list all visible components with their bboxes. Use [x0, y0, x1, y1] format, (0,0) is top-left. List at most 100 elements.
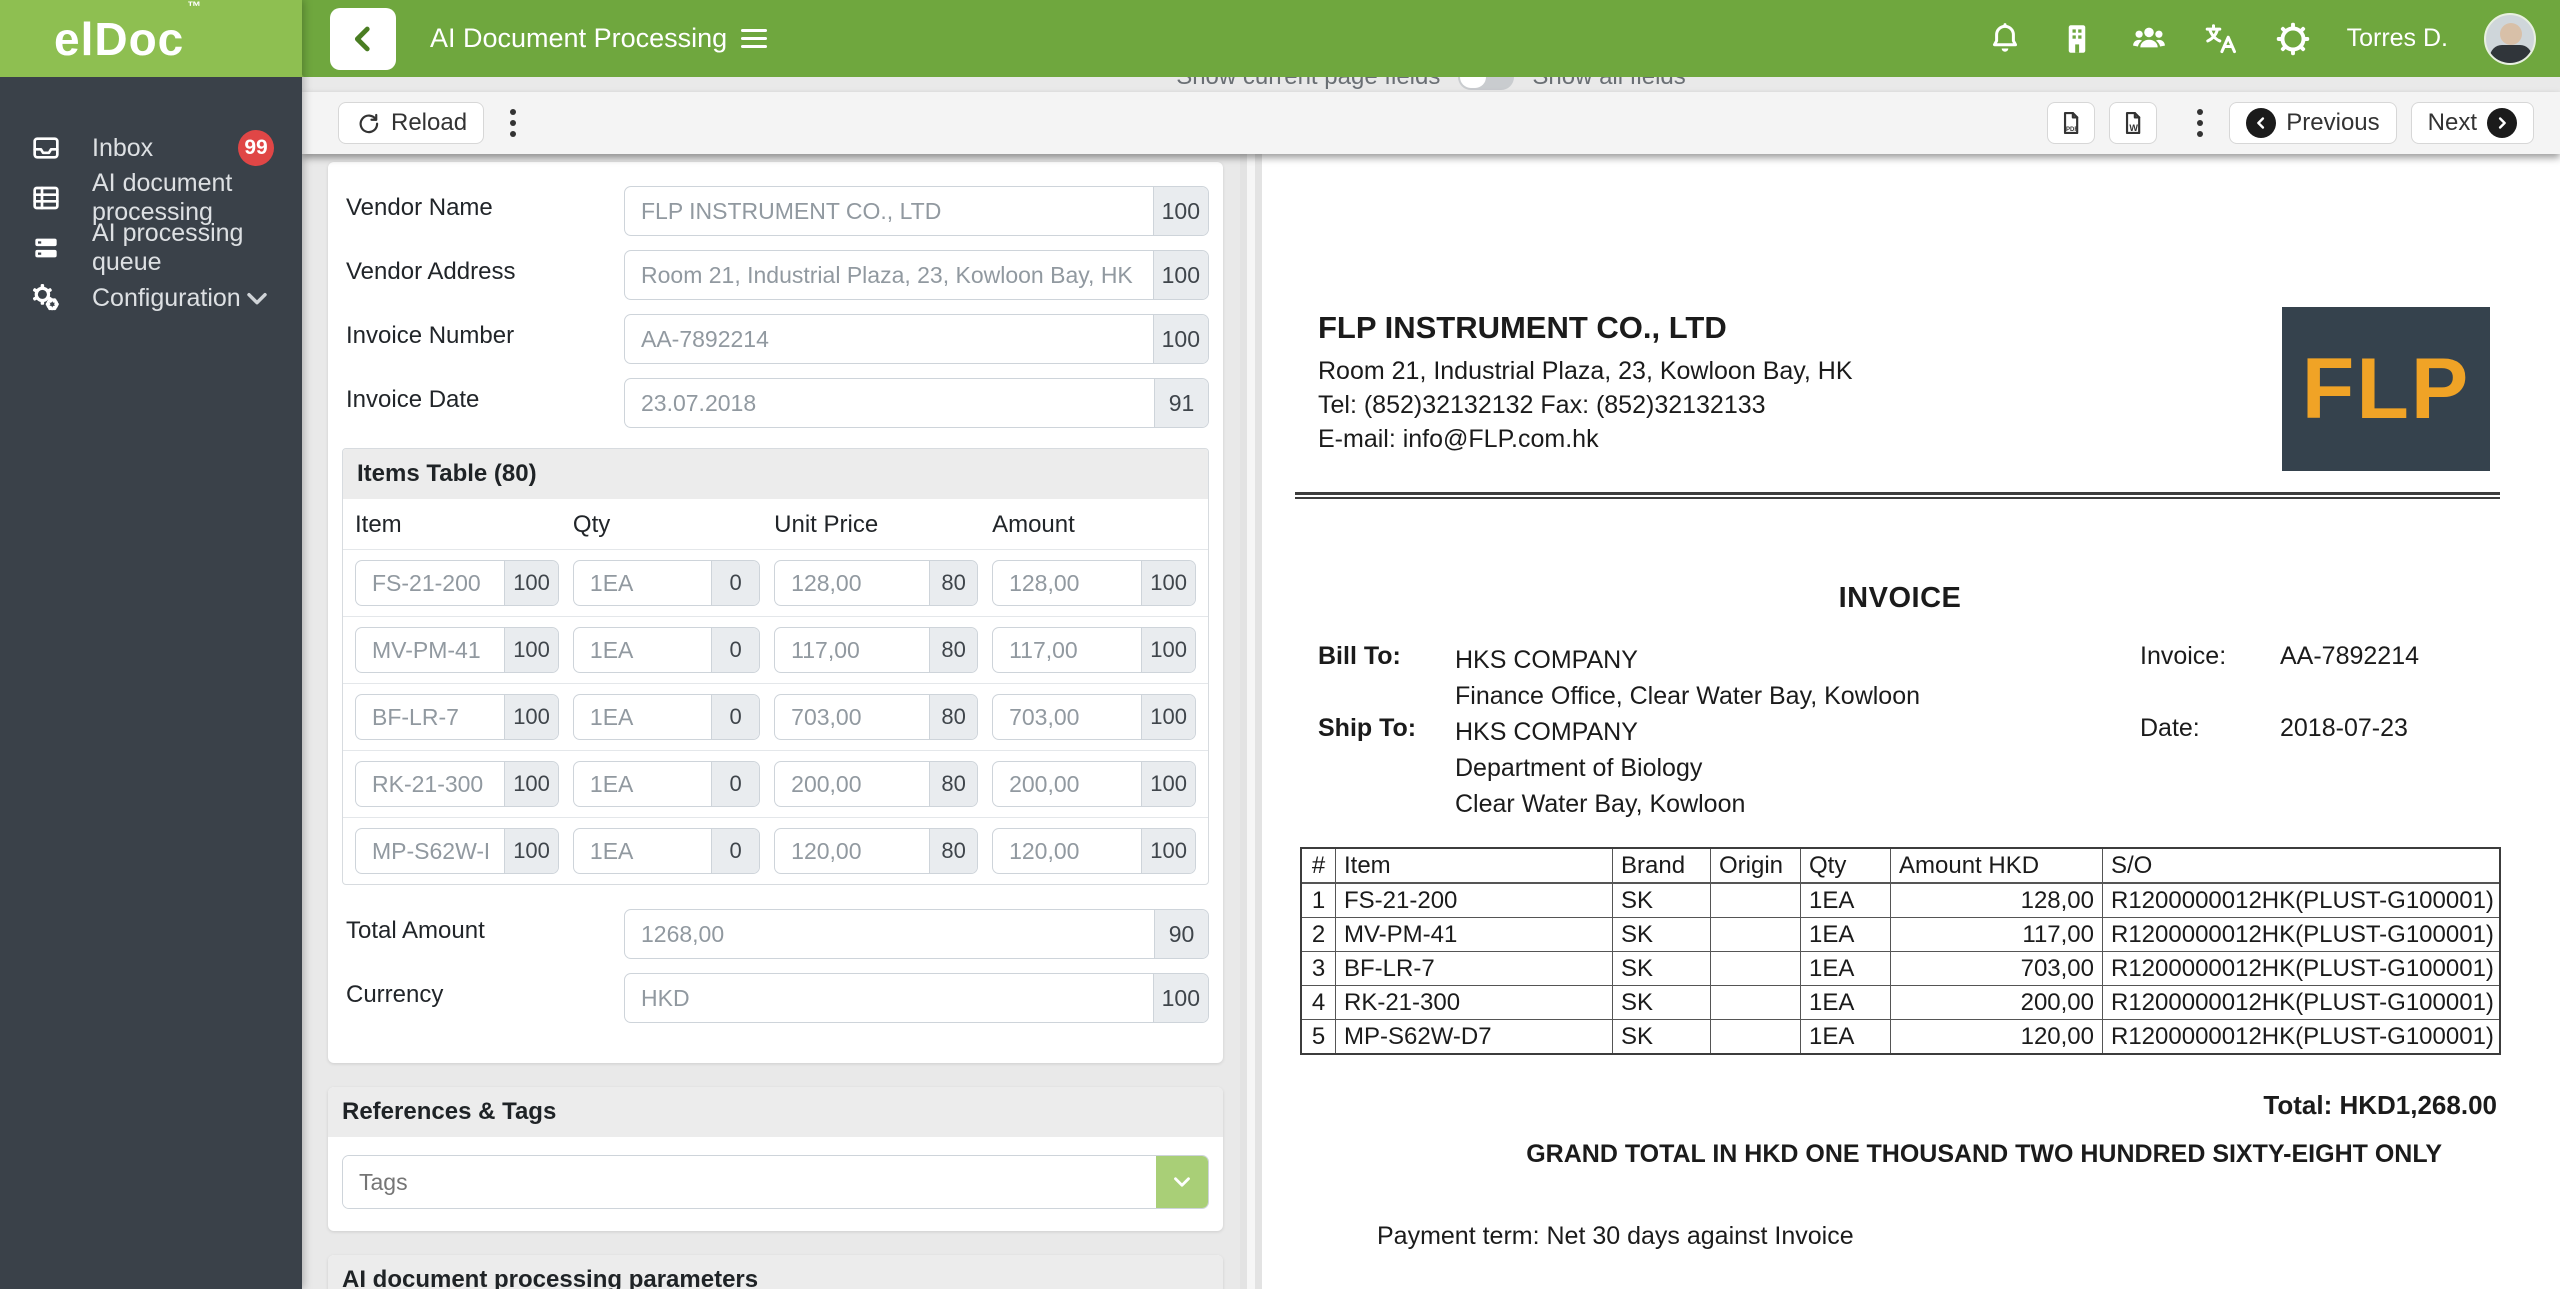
invoice-items-table: # Item Brand Origin Qty Amount HKD S/O 1…	[1300, 847, 2501, 1055]
top-header-bar: AI Document Processing	[302, 0, 2560, 77]
pane-splitter[interactable]	[1240, 154, 1262, 1289]
fields-visibility-bar: Show current page fields Show all fields	[302, 77, 2560, 92]
amount-input[interactable]	[993, 695, 1141, 739]
qty-input[interactable]	[574, 561, 711, 605]
reload-button[interactable]: Reload	[338, 102, 484, 144]
title-menu-icon[interactable]	[741, 29, 767, 48]
trademark-mark: ™	[187, 0, 202, 14]
qty-input[interactable]	[574, 695, 711, 739]
confidence-score: 100	[504, 561, 558, 605]
page-title: AI Document Processing	[430, 23, 767, 54]
sidebar-item-label: Inbox	[92, 134, 153, 163]
qty-input[interactable]	[574, 628, 711, 672]
document-more-menu[interactable]	[2185, 101, 2215, 145]
column-header: Amount	[992, 511, 1196, 539]
field-label: Vendor Name	[342, 186, 624, 222]
translate-icon[interactable]	[2203, 21, 2239, 57]
sidebar-item-ai-document-processing[interactable]: AI document processing	[0, 173, 302, 223]
vendor-address-input[interactable]	[625, 251, 1153, 299]
fields-visibility-toggle[interactable]	[1458, 77, 1514, 90]
sidebar-item-label: Configuration	[92, 284, 241, 313]
confidence-score: 80	[929, 695, 977, 739]
confidence-score: 80	[929, 628, 977, 672]
confidence-score: 100	[1141, 628, 1195, 672]
user-name[interactable]: Torres D.	[2347, 24, 2448, 53]
users-group-icon[interactable]	[2131, 21, 2167, 57]
header-divider	[1295, 492, 2500, 499]
main-area: AI Document Processing	[302, 0, 2560, 1289]
settings-gear-icon[interactable]	[2275, 21, 2311, 57]
unit-price-input[interactable]	[775, 628, 929, 672]
download-word-button[interactable]: W	[2109, 102, 2157, 144]
item-input[interactable]	[356, 695, 504, 739]
qty-input[interactable]	[574, 762, 711, 806]
confidence-score: 0	[711, 561, 759, 605]
confidence-score: 100	[504, 628, 558, 672]
document-grid-icon	[30, 182, 62, 214]
invoice-number-label: Invoice:	[2140, 642, 2226, 671]
tags-input[interactable]	[343, 1156, 1156, 1208]
amount-input[interactable]	[993, 762, 1141, 806]
back-button[interactable]	[330, 8, 396, 70]
toolbar-more-menu[interactable]	[498, 101, 528, 145]
svg-text:W: W	[2130, 123, 2139, 133]
field-row: Currency 100	[342, 973, 1209, 1023]
currency-input[interactable]	[625, 974, 1153, 1022]
vendor-contact-block: Room 21, Industrial Plaza, 23, Kowloon B…	[1318, 354, 1853, 456]
split-panes: Vendor Name 100 Vendor Address 100	[302, 154, 2560, 1289]
sidebar-item-ai-processing-queue[interactable]: AI processing queue	[0, 223, 302, 273]
table-row: 1FS-21-200SK1EA128,00R1200000012HK(PLUST…	[1302, 883, 2499, 917]
confidence-score: 100	[1141, 695, 1195, 739]
table-row: 100 0 80 100	[343, 750, 1208, 817]
sidebar-item-inbox[interactable]: Inbox 99	[0, 123, 302, 173]
document-preview-pane: FLP INSTRUMENT CO., LTD Room 21, Industr…	[1262, 154, 2560, 1289]
confidence-score: 100	[1153, 251, 1208, 299]
column-header: Item	[355, 511, 559, 539]
amount-input[interactable]	[993, 628, 1141, 672]
amount-input[interactable]	[993, 829, 1141, 873]
chevron-right-circle-icon	[2487, 108, 2517, 138]
amount-input[interactable]	[993, 561, 1141, 605]
notifications-bell-icon[interactable]	[1987, 21, 2023, 57]
sidebar-item-configuration[interactable]: Configuration	[0, 273, 302, 323]
item-input[interactable]	[356, 561, 504, 605]
invoice-table-header: # Item Brand Origin Qty Amount HKD S/O	[1302, 849, 2499, 883]
confidence-score: 100	[1153, 974, 1208, 1022]
inbox-count-badge: 99	[238, 130, 274, 166]
unit-price-input[interactable]	[775, 762, 929, 806]
inbox-icon	[30, 132, 62, 164]
column-header: Origin	[1710, 849, 1800, 882]
toolbar: Reload PDF W	[302, 92, 2560, 154]
confidence-score: 0	[711, 762, 759, 806]
user-avatar[interactable]	[2484, 13, 2536, 65]
item-input[interactable]	[356, 762, 504, 806]
total-amount-input[interactable]	[625, 910, 1154, 958]
unit-price-input[interactable]	[775, 561, 929, 605]
column-header: Unit Price	[774, 511, 978, 539]
sidebar-item-label: AI processing queue	[92, 219, 274, 277]
invoice-payment-term: Payment term: Net 30 days against Invoic…	[1377, 1222, 1854, 1251]
document-toolbar: PDF W Pre	[2047, 101, 2560, 145]
chevron-down-icon	[241, 282, 273, 314]
vendor-logo: FLP	[2282, 307, 2490, 471]
unit-price-input[interactable]	[775, 695, 929, 739]
word-file-icon: W	[2120, 110, 2146, 136]
organization-building-icon[interactable]	[2059, 21, 2095, 57]
app-logo[interactable]: elDoc™	[54, 12, 199, 66]
previous-page-button[interactable]: Previous	[2229, 102, 2396, 144]
tags-dropdown-button[interactable]	[1156, 1156, 1208, 1208]
invoice-date-input[interactable]	[625, 379, 1154, 427]
invoice-number-input[interactable]	[625, 315, 1153, 363]
chevron-left-circle-icon	[2246, 108, 2276, 138]
vendor-name-input[interactable]	[625, 187, 1153, 235]
confidence-score: 0	[711, 829, 759, 873]
item-input[interactable]	[356, 628, 504, 672]
vendor-company-name: FLP INSTRUMENT CO., LTD	[1318, 310, 1727, 346]
next-page-button[interactable]: Next	[2411, 102, 2534, 144]
sidebar: elDoc™ Inbox 99 AI document processing	[0, 0, 302, 1289]
invoice-document: FLP INSTRUMENT CO., LTD Room 21, Industr…	[1262, 154, 2560, 1289]
qty-input[interactable]	[574, 829, 711, 873]
unit-price-input[interactable]	[775, 829, 929, 873]
item-input[interactable]	[356, 829, 504, 873]
download-pdf-button[interactable]: PDF	[2047, 102, 2095, 144]
